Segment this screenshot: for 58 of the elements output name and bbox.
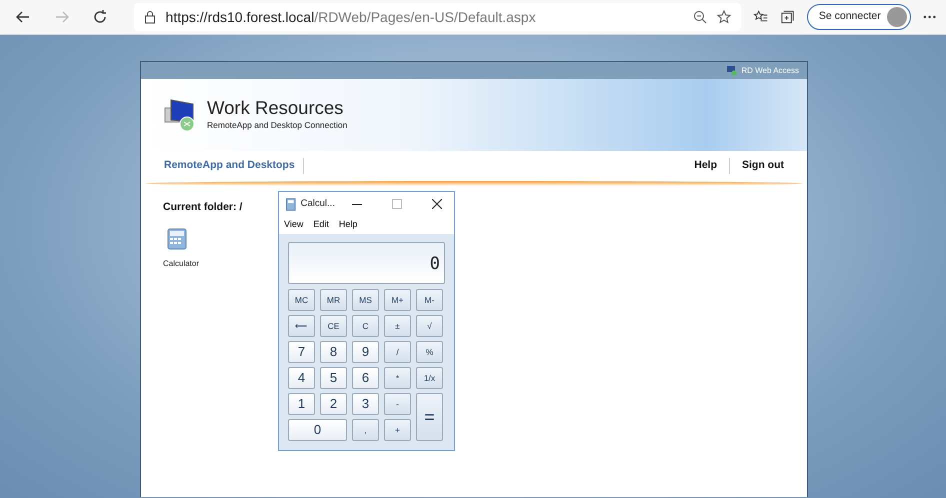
sign-in-button[interactable]: Se connecter (806, 4, 911, 30)
folder-label: Current folder: / (163, 200, 244, 215)
address-field[interactable]: https://rds10.forest.local/RDWeb/Pages/en-US/Default.aspx (134, 3, 741, 31)
menu-item[interactable]: Help (334, 218, 362, 232)
app-item[interactable]: Calculator (163, 228, 200, 270)
calculator-key[interactable]: 0 (288, 419, 347, 441)
calculator-key[interactable]: 9 (352, 341, 379, 363)
nav-link[interactable]: Help (682, 158, 729, 174)
calculator-key[interactable]: 2 (320, 393, 347, 415)
collections-icon[interactable] (780, 9, 795, 25)
calculator-key[interactable]: C (352, 315, 379, 337)
url-text: https://rds10.forest.local/RDWeb/Pages/en-US/Default.aspx (166, 8, 537, 27)
calculator-key[interactable]: 7 (288, 341, 315, 363)
calculator-key[interactable]: M+ (384, 289, 411, 311)
page-title: Work Resources (207, 98, 344, 119)
calculator-key[interactable]: - (384, 393, 411, 415)
close-icon (432, 199, 442, 209)
calculator-key[interactable]: ± (384, 315, 411, 337)
calculator-display: 0 (288, 242, 445, 284)
calculator-key[interactable]: ⟵ (288, 315, 315, 337)
lock-icon (144, 10, 156, 24)
calculator-key[interactable]: √ (416, 315, 443, 337)
calculator-key[interactable]: * (384, 367, 411, 389)
star-icon[interactable] (716, 10, 731, 24)
calculator-key[interactable]: / (384, 341, 411, 363)
calculator-key[interactable]: + (384, 419, 411, 441)
calculator-icon (167, 228, 187, 250)
calculator-key[interactable]: , (352, 419, 379, 441)
calculator-key[interactable]: 4 (288, 367, 315, 389)
avatar-icon (886, 7, 907, 27)
nav-link[interactable]: Sign out (729, 158, 784, 174)
calculator-key[interactable]: = (416, 393, 443, 441)
zoom-icon[interactable] (692, 10, 707, 24)
maximize-icon (392, 199, 402, 209)
calculator-key[interactable]: 8 (320, 341, 347, 363)
top-bar-title: RD Web Access (741, 64, 799, 76)
calculator-key[interactable]: 3 (352, 393, 379, 415)
page-subtitle: RemoteApp and Desktop Connection (207, 118, 348, 132)
back-icon (15, 9, 32, 25)
more-icon[interactable] (922, 15, 936, 19)
calculator-icon (286, 198, 296, 210)
calculator-key[interactable]: CE (320, 315, 347, 337)
calculator-key[interactable]: MS (352, 289, 379, 311)
menu-item[interactable]: View (279, 218, 308, 232)
calculator-key[interactable]: M- (416, 289, 443, 311)
calculator-key[interactable]: 5 (320, 367, 347, 389)
calculator-key[interactable]: 1 (288, 393, 315, 415)
forward-icon (54, 9, 70, 25)
window-title: Calcul... (300, 196, 335, 211)
menu-item[interactable]: Edit (308, 218, 334, 232)
calculator-key[interactable]: MC (288, 289, 315, 311)
calculator-key[interactable]: MR (320, 289, 347, 311)
refresh-icon (92, 9, 108, 25)
calculator-key[interactable]: 1/x (416, 367, 443, 389)
computer-icon (726, 65, 738, 76)
calculator-key[interactable]: 6 (352, 367, 379, 389)
calculator-key[interactable]: % (416, 341, 443, 363)
nav-tab[interactable]: RemoteApp and Desktops (164, 158, 304, 174)
